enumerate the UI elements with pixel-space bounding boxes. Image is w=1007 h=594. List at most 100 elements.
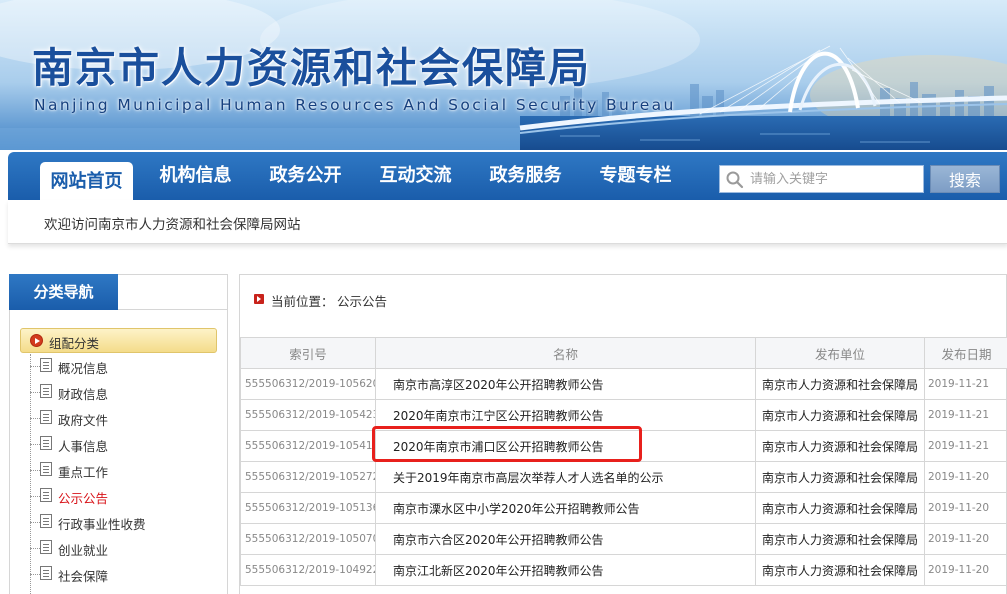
document-icon — [40, 488, 52, 502]
breadcrumb-label: 当前位置： — [271, 294, 334, 309]
document-icon — [40, 540, 52, 554]
cell-date: 2019-11-21 — [924, 399, 1007, 431]
tree-branch — [30, 470, 40, 471]
search-input[interactable] — [750, 168, 920, 190]
sidebar-item-label: 行政事业性收费 — [58, 517, 146, 532]
sidebar-item-label: 财政信息 — [58, 387, 109, 402]
cell-index: 555506312/2019-105423 — [240, 399, 376, 431]
cell-publisher: 南京市人力资源和社会保障局 — [755, 399, 925, 431]
sidebar-item-label: 公示公告 — [58, 491, 109, 506]
cell-date: 2019-11-21 — [924, 368, 1007, 400]
cell-index: 555506312/2019-104922 — [240, 554, 376, 586]
tree-branch — [30, 574, 40, 575]
sidebar-group-combined[interactable]: 组配分类 — [20, 328, 217, 353]
tree-branch — [30, 366, 40, 367]
nav-item-topics[interactable]: 专题专栏 — [589, 152, 682, 200]
welcome-strip: 欢迎访问南京市人力资源和社会保障局网站 — [8, 200, 1007, 244]
document-icon — [40, 462, 52, 476]
notice-link[interactable]: 南京江北新区2020年公开招聘教师公告 — [375, 554, 756, 586]
welcome-text: 欢迎访问南京市人力资源和社会保障局网站 — [44, 217, 301, 233]
sidebar-item-notices[interactable]: 公示公告 — [30, 486, 220, 508]
sidebar-item-social-security[interactable]: 社会保障 — [30, 564, 220, 586]
sidebar-group-label: 组配分类 — [49, 336, 100, 351]
table-row[interactable]: 555506312/2019-105070 南京市六合区2020年公开招聘教师公… — [240, 523, 1007, 555]
sidebar-item-label: 创业就业 — [58, 543, 109, 558]
site-title: 南京市人力资源和社会保障局 — [32, 44, 591, 92]
sidebar-item-label: 政府文件 — [58, 413, 109, 428]
nav-item-org-info[interactable]: 机构信息 — [149, 152, 242, 200]
notice-link[interactable]: 关于2019年南京市高层次举荐人才人选名单的公示 — [375, 461, 756, 493]
cell-index: 555506312/2019-105272 — [240, 461, 376, 493]
table-row[interactable]: 555506312/2019-105272 关于2019年南京市高层次举荐人才人… — [240, 461, 1007, 493]
cell-date: 2019-11-20 — [924, 554, 1007, 586]
tree-branch — [30, 522, 40, 523]
column-header-title: 名称 — [375, 337, 756, 369]
notice-link[interactable]: 2020年南京市江宁区公开招聘教师公告 — [375, 399, 756, 431]
sidebar-item-fees[interactable]: 行政事业性收费 — [30, 512, 220, 534]
nav-item-services[interactable]: 政务服务 — [479, 152, 572, 200]
cell-date: 2019-11-21 — [924, 430, 1007, 462]
table-row[interactable]: 555506312/2019-105136 南京市溧水区中小学2020年公开招聘… — [240, 492, 1007, 524]
search-box — [719, 165, 924, 193]
cell-publisher: 南京市人力资源和社会保障局 — [755, 430, 925, 462]
cell-publisher: 南京市人力资源和社会保障局 — [755, 461, 925, 493]
category-sidebar: 分类导航 组配分类 概况信息 财政信息 政府文件 人事信息 重点工作 公示公告 — [9, 274, 228, 594]
notice-link[interactable]: 南京市溧水区中小学2020年公开招聘教师公告 — [375, 492, 756, 524]
site-subtitle: Nanjing Municipal Human Resources And So… — [34, 96, 676, 114]
play-circle-icon — [30, 334, 43, 347]
table-row[interactable]: 555506312/2019-105418 2020年南京市浦口区公开招聘教师公… — [240, 430, 1007, 462]
sidebar-item-finance[interactable]: 财政信息 — [30, 382, 220, 404]
notice-table: 索引号 名称 发布单位 发布日期 555506312/2019-105620 南… — [240, 337, 1007, 586]
document-icon — [40, 384, 52, 398]
sidebar-divider — [118, 309, 228, 310]
tree-branch — [30, 418, 40, 419]
cell-date: 2019-11-20 — [924, 461, 1007, 493]
search-button[interactable]: 搜索 — [930, 165, 1000, 193]
notice-link[interactable]: 南京市高淳区2020年公开招聘教师公告 — [375, 368, 756, 400]
sidebar-item-key-work[interactable]: 重点工作 — [30, 460, 220, 482]
notice-link[interactable]: 2020年南京市浦口区公开招聘教师公告 — [375, 430, 756, 462]
sidebar-item-label: 社会保障 — [58, 569, 109, 584]
column-header-publisher: 发布单位 — [755, 337, 925, 369]
sidebar-item-overview[interactable]: 概况信息 — [30, 356, 220, 378]
cell-index: 555506312/2019-105070 — [240, 523, 376, 555]
tree-branch — [30, 444, 40, 445]
sidebar-item-label: 重点工作 — [58, 465, 109, 480]
sidebar-item-gov-docs[interactable]: 政府文件 — [30, 408, 220, 430]
nav-item-interaction[interactable]: 互动交流 — [369, 152, 462, 200]
cell-publisher: 南京市人力资源和社会保障局 — [755, 523, 925, 555]
breadcrumb-current[interactable]: 公示公告 — [337, 291, 387, 310]
document-icon — [40, 514, 52, 528]
notice-link[interactable]: 南京市六合区2020年公开招聘教师公告 — [375, 523, 756, 555]
document-icon — [40, 566, 52, 580]
table-header-row: 索引号 名称 发布单位 发布日期 — [240, 337, 1007, 369]
site-banner: 南京市人力资源和社会保障局 Nanjing Municipal Human Re… — [0, 0, 1007, 150]
sidebar-item-label: 概况信息 — [58, 361, 109, 376]
cell-date: 2019-11-20 — [924, 492, 1007, 524]
cell-publisher: 南京市人力资源和社会保障局 — [755, 554, 925, 586]
table-row[interactable]: 555506312/2019-104922 南京江北新区2020年公开招聘教师公… — [240, 554, 1007, 586]
cell-index: 555506312/2019-105418 — [240, 430, 376, 462]
cell-index: 555506312/2019-105136 — [240, 492, 376, 524]
search-icon — [726, 171, 744, 189]
nav-item-gov-affairs[interactable]: 政务公开 — [259, 152, 352, 200]
location-arrow-icon — [254, 294, 264, 304]
notice-list-panel: 当前位置： 公示公告 索引号 名称 发布单位 发布日期 555506312/20… — [239, 274, 1007, 594]
table-row[interactable]: 555506312/2019-105620 南京市高淳区2020年公开招聘教师公… — [240, 368, 1007, 400]
document-icon — [40, 436, 52, 450]
tree-branch — [30, 496, 40, 497]
column-header-index: 索引号 — [240, 337, 376, 369]
table-row[interactable]: 555506312/2019-105423 2020年南京市江宁区公开招聘教师公… — [240, 399, 1007, 431]
sidebar-item-employment[interactable]: 创业就业 — [30, 538, 220, 560]
tree-branch — [30, 548, 40, 549]
nav-item-home[interactable]: 网站首页 — [40, 162, 133, 200]
cell-date: 2019-11-20 — [924, 523, 1007, 555]
sidebar-item-label: 人事信息 — [58, 439, 109, 454]
main-nav: 网站首页 机构信息 政务公开 互动交流 政务服务 专题专栏 搜索 — [8, 152, 1007, 200]
sidebar-item-personnel[interactable]: 人事信息 — [30, 434, 220, 456]
cell-publisher: 南京市人力资源和社会保障局 — [755, 368, 925, 400]
cell-index: 555506312/2019-105620 — [240, 368, 376, 400]
cell-publisher: 南京市人力资源和社会保障局 — [755, 492, 925, 524]
document-icon — [40, 410, 52, 424]
document-icon — [40, 358, 52, 372]
